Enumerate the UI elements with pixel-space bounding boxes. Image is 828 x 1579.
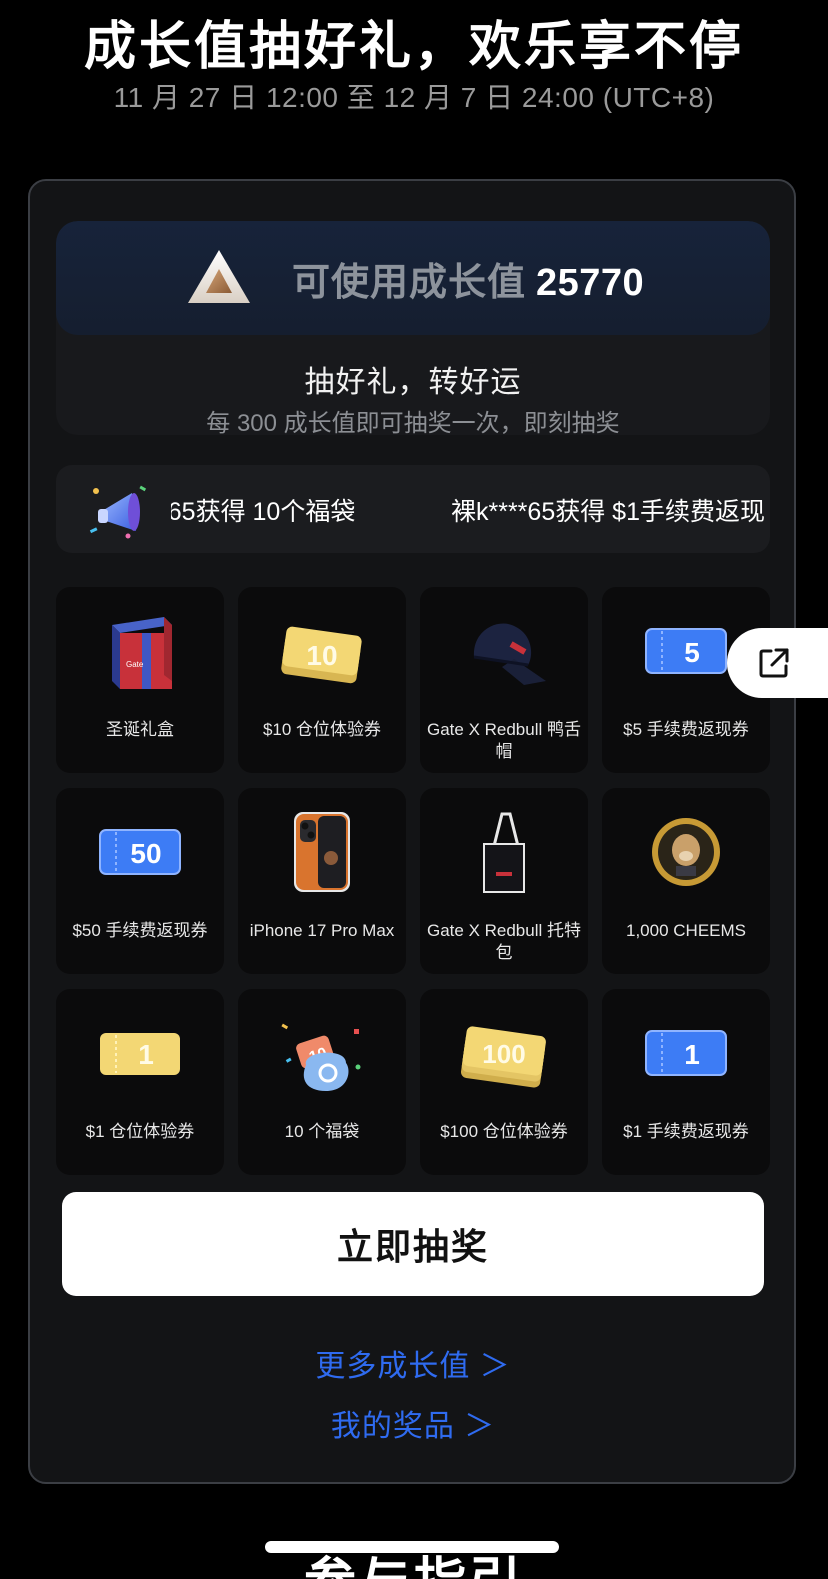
share-button[interactable] (727, 628, 828, 698)
ticker-item: '65获得 10个福袋 (171, 498, 356, 526)
lottery-panel: 可使用成长值 25770 抽好礼，转好运 每 300 成长值即可抽奖一次，即刻抽奖… (28, 179, 796, 1484)
prize-card: 10 $10 仓位体验券 (238, 587, 406, 773)
prize-card: Gate X Redbull 鸭舌帽 (420, 587, 588, 773)
prize-card: 50 $50 手续费返现券 (56, 788, 224, 974)
svg-text:Gate: Gate (126, 660, 144, 669)
cheems-coin-icon (652, 818, 720, 886)
prize-name: 10 个福袋 (284, 1122, 360, 1141)
ticket-badge: 1 (684, 1039, 700, 1070)
prize-name: Gate X Redbull 鸭舌帽 (426, 720, 581, 761)
lucky-bag-icon: 10 (281, 1023, 361, 1091)
gift-box-icon: Gate (112, 617, 172, 689)
gate-triangle-logo-icon (188, 250, 250, 303)
prize-name: 圣诞礼盒 (106, 720, 174, 739)
prize-name: $1 仓位体验券 (85, 1122, 195, 1141)
prize-name: $10 仓位体验券 (262, 720, 382, 739)
balance-label-text: 可使用成长值 (292, 262, 527, 304)
ticker-track: '65获得 10个福袋 裸k****65获得 $1手续费返现 (171, 465, 767, 553)
event-period: 11 月 27 日 12:00 至 12 月 7 日 24:00 (UTC+8) (113, 82, 715, 113)
page-title: 成长值抽好礼，欢乐享不停 (83, 18, 744, 76)
prize-name: $5 手续费返现券 (623, 720, 749, 739)
prize-name: iPhone 17 Pro Max (249, 921, 395, 940)
prize-name: 1,000 CHEEMS (626, 921, 746, 940)
ticket-badge: 100 (482, 1039, 525, 1069)
balance-label: 可使用成长值 25770 (292, 251, 644, 306)
draw-now-button[interactable]: 立即抽奖 (62, 1192, 764, 1296)
blue-ticket-50-icon: 50 (99, 829, 181, 875)
prize-card: Gate 圣诞礼盒 (56, 587, 224, 773)
blue-ticket-5-icon: 5 (645, 628, 727, 674)
growth-balance-card: 可使用成长值 25770 抽好礼，转好运 每 300 成长值即可抽奖一次，即刻抽奖 (56, 221, 770, 435)
megaphone-icon (89, 485, 147, 539)
my-prizes-link[interactable]: 我的奖品 ＞ (30, 1401, 796, 1445)
winner-ticker: '65获得 10个福袋 裸k****65获得 $1手续费返现 (56, 465, 770, 553)
home-indicator[interactable] (265, 1541, 559, 1553)
gold-ticket-100-icon: 100 (460, 1026, 546, 1088)
prize-name: $50 手续费返现券 (72, 921, 208, 940)
ticket-badge: 1 (138, 1039, 154, 1070)
prize-name: Gate X Redbull 托特包 (426, 921, 581, 962)
balance-header: 可使用成长值 25770 (56, 221, 770, 335)
share-external-icon (759, 648, 789, 678)
prize-card: 10 10 个福袋 (238, 989, 406, 1175)
phone-icon (294, 812, 350, 892)
balance-value: 25770 (536, 262, 645, 304)
slogan: 抽好礼，转好运 (304, 366, 522, 399)
prize-card: 1 $1 仓位体验券 (56, 989, 224, 1175)
draw-rule: 每 300 成长值即可抽奖一次，即刻抽奖 (206, 410, 620, 435)
prize-card: 1 $1 手续费返现券 (602, 989, 770, 1175)
prize-card: 1,000 CHEEMS (602, 788, 770, 974)
blue-ticket-1-icon: 1 (645, 1030, 727, 1076)
ticker-item: 裸k****65获得 $1手续费返现 (451, 498, 765, 526)
prize-name: $100 仓位体验券 (440, 1122, 568, 1141)
cap-icon (473, 623, 546, 685)
ticket-badge: 50 (130, 838, 161, 869)
prize-card: 100 $100 仓位体验券 (420, 989, 588, 1175)
prize-card: iPhone 17 Pro Max (238, 788, 406, 974)
prize-grid: Gate 圣诞礼盒 10 $10 仓位体验券 Gate X Redbull 鸭舌… (56, 587, 770, 1175)
tote-bag-icon (483, 812, 525, 893)
gold-ticket-1-icon: 1 (100, 1033, 180, 1075)
ticket-badge: 5 (684, 637, 700, 668)
gold-ticket-10-icon: 10 (281, 626, 362, 684)
prize-card: Gate X Redbull 托特包 (420, 788, 588, 974)
ticket-badge: 10 (306, 640, 337, 671)
prize-name: $1 手续费返现券 (623, 1122, 749, 1141)
more-growth-link[interactable]: 更多成长值 ＞ (30, 1341, 796, 1385)
